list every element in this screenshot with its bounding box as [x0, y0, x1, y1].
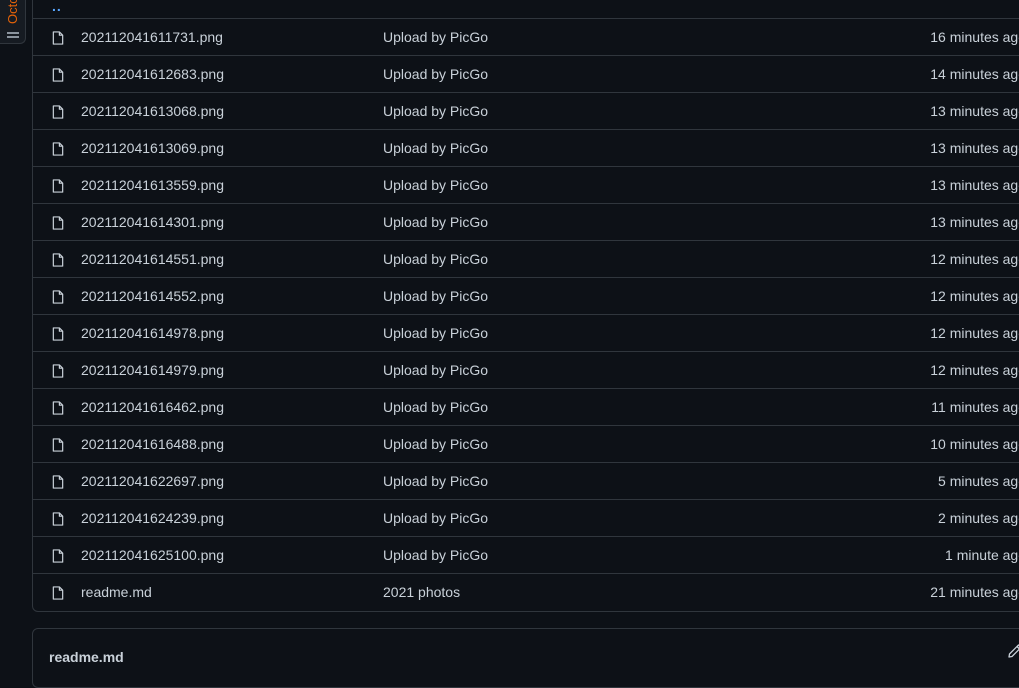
file-name-link[interactable]: 202112041616462.png: [81, 399, 224, 415]
commit-age: 1 minute ago: [945, 547, 1019, 563]
commit-message-link[interactable]: Upload by PicGo: [383, 473, 488, 489]
file-rows: 202112041611731.png Upload by PicGo 16 min…: [33, 19, 1019, 611]
octotree-sidebar-toggle[interactable]: Octotree: [0, 0, 26, 44]
file-icon: [52, 142, 64, 156]
table-row[interactable]: 202112041614978.png Upload by PicGo 12 min…: [33, 315, 1019, 352]
table-row[interactable]: 202112041616462.png Upload by PicGo 11 min…: [33, 389, 1019, 426]
table-row[interactable]: 202112041614979.png Upload by PicGo 12 min…: [33, 352, 1019, 389]
commit-message-link[interactable]: Upload by PicGo: [383, 29, 488, 45]
table-row[interactable]: 202112041613068.png Upload by PicGo 13 min…: [33, 93, 1019, 130]
commit-message-link[interactable]: Upload by PicGo: [383, 103, 488, 119]
commit-age: 13 minutes ago: [930, 214, 1019, 230]
commit-age: 12 minutes ago: [930, 325, 1019, 341]
commit-message-link[interactable]: Upload by PicGo: [383, 547, 488, 563]
commit-message-link[interactable]: Upload by PicGo: [383, 177, 488, 193]
file-icon: [52, 290, 64, 304]
parent-directory-row[interactable]: ..: [33, 0, 1019, 19]
file-name-link[interactable]: 202112041622697.png: [81, 473, 224, 489]
commit-message-link[interactable]: Upload by PicGo: [383, 214, 488, 230]
file-icon: [52, 364, 64, 378]
commit-age: 12 minutes ago: [930, 362, 1019, 378]
file-icon: [52, 105, 64, 119]
commit-age: 16 minutes ago: [930, 29, 1019, 45]
commit-message-link[interactable]: Upload by PicGo: [383, 362, 488, 378]
commit-message-link[interactable]: Upload by PicGo: [383, 288, 488, 304]
file-name-link[interactable]: 202112041614552.png: [81, 288, 224, 304]
commit-message-link[interactable]: Upload by PicGo: [383, 325, 488, 341]
commit-message-link[interactable]: 2021 photos: [383, 584, 460, 600]
commit-age: 12 minutes ago: [930, 288, 1019, 304]
commit-age: 2 minutes ago: [938, 510, 1019, 526]
commit-age: 12 minutes ago: [930, 251, 1019, 267]
file-icon: [52, 438, 64, 452]
file-name-link[interactable]: 202112041613069.png: [81, 140, 224, 156]
commit-age: 21 minutes ago: [930, 584, 1019, 600]
table-row[interactable]: 202112041614551.png Upload by PicGo 12 min…: [33, 241, 1019, 278]
table-row[interactable]: 202112041614301.png Upload by PicGo 13 min…: [33, 204, 1019, 241]
commit-age: 13 minutes ago: [930, 103, 1019, 119]
commit-message-link[interactable]: Upload by PicGo: [383, 140, 488, 156]
file-name-link[interactable]: 202112041614301.png: [81, 214, 224, 230]
commit-message-link[interactable]: Upload by PicGo: [383, 66, 488, 82]
file-icon: [52, 31, 64, 45]
file-icon: [52, 179, 64, 193]
commit-age: 14 minutes ago: [930, 66, 1019, 82]
file-icon: [52, 512, 64, 526]
file-icon: [52, 253, 64, 267]
file-name-link[interactable]: readme.md: [81, 584, 152, 600]
table-row[interactable]: 202112041625100.png Upload by PicGo 1 minu…: [33, 537, 1019, 574]
table-row[interactable]: 202112041624239.png Upload by PicGo 2 minu…: [33, 500, 1019, 537]
drag-handle-icon[interactable]: [7, 32, 19, 38]
file-name-link[interactable]: 202112041613068.png: [81, 103, 224, 119]
file-name-link[interactable]: 202112041614979.png: [81, 362, 224, 378]
readme-panel: readme.md: [32, 628, 1019, 688]
file-icon: [52, 401, 64, 415]
file-icon: [52, 586, 64, 600]
table-row[interactable]: 202112041613559.png Upload by PicGo 13 min…: [33, 167, 1019, 204]
table-row[interactable]: 202112041612683.png Upload by PicGo 14 min…: [33, 56, 1019, 93]
commit-age: 5 minutes ago: [938, 473, 1019, 489]
commit-message-link[interactable]: Upload by PicGo: [383, 510, 488, 526]
commit-message-link[interactable]: Upload by PicGo: [383, 399, 488, 415]
file-icon: [52, 68, 64, 82]
commit-age: 13 minutes ago: [930, 140, 1019, 156]
file-name-link[interactable]: 202112041612683.png: [81, 66, 224, 82]
commit-age: 10 minutes ago: [930, 436, 1019, 452]
file-name-link[interactable]: 202112041613559.png: [81, 177, 224, 193]
file-name-link[interactable]: 202112041624239.png: [81, 510, 224, 526]
file-name-link[interactable]: 202112041625100.png: [81, 547, 224, 563]
table-row[interactable]: 202112041622697.png Upload by PicGo 5 minu…: [33, 463, 1019, 500]
file-name-link[interactable]: 202112041614978.png: [81, 325, 224, 341]
commit-message-link[interactable]: Upload by PicGo: [383, 251, 488, 267]
file-icon: [52, 475, 64, 489]
file-icon: [52, 327, 64, 341]
file-name-link[interactable]: 202112041611731.png: [81, 29, 223, 45]
octotree-label: Octotree: [5, 0, 20, 24]
commit-age: 13 minutes ago: [930, 177, 1019, 193]
table-row[interactable]: readme.md 2021 photos 21 minutes ago: [33, 574, 1019, 611]
table-row[interactable]: 202112041614552.png Upload by PicGo 12 min…: [33, 278, 1019, 315]
table-row[interactable]: 202112041613069.png Upload by PicGo 13 min…: [33, 130, 1019, 167]
table-row[interactable]: 202112041611731.png Upload by PicGo 16 min…: [33, 19, 1019, 56]
file-name-link[interactable]: 202112041616488.png: [81, 436, 224, 452]
file-icon: [52, 216, 64, 230]
file-icon: [52, 549, 64, 563]
commit-age: 11 minutes ago: [931, 399, 1019, 415]
pencil-icon[interactable]: [1007, 643, 1019, 659]
file-name-link[interactable]: 202112041614551.png: [81, 251, 224, 267]
file-list: .. 202112041611731.png Upload by PicGo 16 …: [32, 0, 1019, 612]
commit-message-link[interactable]: Upload by PicGo: [383, 436, 488, 452]
parent-directory-link[interactable]: ..: [52, 0, 62, 14]
table-row[interactable]: 202112041616488.png Upload by PicGo 10 min…: [33, 426, 1019, 463]
